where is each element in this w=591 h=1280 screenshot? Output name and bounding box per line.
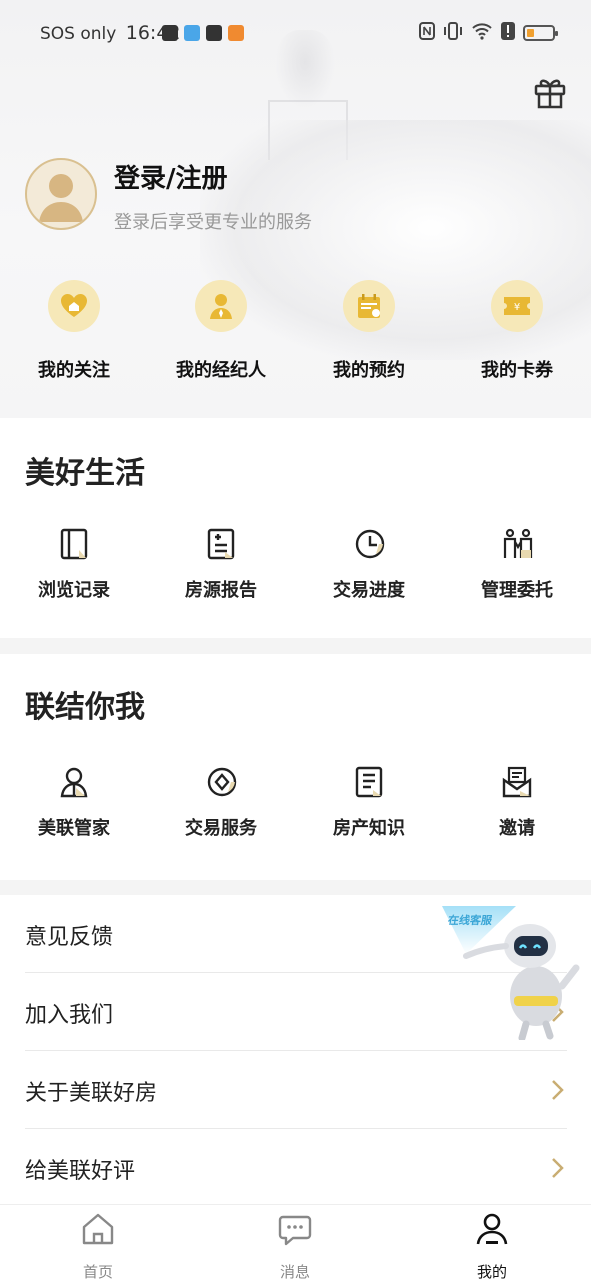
app-icon — [228, 25, 244, 41]
list-item-label: 给美联好评 — [25, 1159, 136, 1184]
butler-icon — [59, 766, 89, 798]
manage-entrustment-item[interactable]: 管理委托 — [462, 528, 572, 602]
home-icon — [80, 1211, 116, 1247]
status-bar: SOS only 16:42 — [0, 0, 591, 66]
tab-messages[interactable]: 消息 — [250, 1211, 340, 1280]
gift-icon[interactable] — [532, 74, 568, 110]
battery-icon — [523, 25, 558, 41]
quick-action-appointment[interactable]: 我的预约 — [319, 280, 419, 382]
quick-action-label: 我的卡券 — [481, 360, 553, 381]
document-icon — [354, 766, 384, 798]
notification-icon — [162, 25, 178, 41]
wifi-icon — [471, 22, 493, 44]
browse-history-item[interactable]: 浏览记录 — [19, 528, 129, 602]
item-label: 美联管家 — [38, 818, 110, 839]
item-label: 邀请 — [499, 818, 535, 839]
coupon-icon: ¥ — [491, 280, 543, 332]
list-item-label: 加入我们 — [25, 1003, 114, 1028]
item-label: 浏览记录 — [38, 580, 110, 601]
quick-action-follow[interactable]: 我的关注 — [24, 280, 124, 382]
quick-action-label: 我的预约 — [333, 360, 405, 381]
tab-mine[interactable]: 我的 — [447, 1211, 537, 1280]
list-item-label: 意见反馈 — [25, 925, 114, 950]
quick-action-label: 我的关注 — [38, 360, 110, 381]
list-item-about[interactable]: 关于美联好房 — [25, 1051, 567, 1129]
heart-house-icon — [48, 280, 100, 332]
svg-text:¥: ¥ — [514, 302, 520, 313]
report-icon — [206, 528, 236, 560]
envelope-icon — [502, 766, 532, 798]
tab-label: 消息 — [279, 1263, 310, 1280]
section-title: 联结你我 — [25, 690, 145, 725]
online-service-badge: 在线客服 — [447, 914, 493, 927]
list-item-rate[interactable]: 给美联好评 — [25, 1129, 567, 1207]
list-item-label: 关于美联好房 — [25, 1081, 158, 1106]
invite-item[interactable]: 邀请 — [462, 766, 572, 840]
item-label: 管理委托 — [481, 580, 553, 601]
upload-icon — [206, 25, 222, 41]
item-label: 交易进度 — [333, 580, 405, 601]
avatar[interactable] — [25, 158, 97, 230]
nfc-icon — [419, 22, 435, 44]
bottom-tab-bar: 首页 消息 我的 — [0, 1204, 591, 1280]
tab-label: 首页 — [82, 1263, 113, 1280]
message-icon — [277, 1211, 313, 1247]
app-icon — [184, 25, 200, 41]
item-label: 房产知识 — [333, 818, 405, 839]
tab-home[interactable]: 首页 — [53, 1211, 143, 1280]
item-label: 房源报告 — [185, 580, 257, 601]
chevron-right-icon — [552, 1080, 564, 1100]
section-title: 美好生活 — [25, 456, 145, 491]
transaction-service-item[interactable]: 交易服务 — [166, 766, 276, 840]
life-section: 美好生活 浏览记录 房源报告 交易进度 管理委托 — [0, 418, 591, 638]
diamond-icon — [206, 766, 237, 798]
login-register-link[interactable]: 登录/注册 — [114, 158, 228, 195]
login-subtitle: 登录后享受更专业的服务 — [114, 212, 312, 233]
status-right — [419, 22, 558, 44]
clock-icon — [354, 528, 385, 560]
tab-label: 我的 — [476, 1263, 507, 1280]
user-icon — [474, 1211, 510, 1247]
carrier-text: SOS only — [40, 24, 117, 44]
status-left: SOS only 16:42 — [40, 22, 181, 44]
alert-icon — [501, 22, 515, 44]
people-icon — [502, 528, 533, 560]
transaction-progress-item[interactable]: 交易进度 — [314, 528, 424, 602]
property-knowledge-item[interactable]: 房产知识 — [314, 766, 424, 840]
quick-action-label: 我的经纪人 — [176, 360, 266, 381]
chevron-right-icon — [552, 1158, 564, 1178]
quick-action-agent[interactable]: 我的经纪人 — [171, 280, 271, 382]
vibrate-icon — [443, 22, 463, 44]
item-label: 交易服务 — [185, 818, 257, 839]
quick-action-coupon[interactable]: ¥ 我的卡券 — [467, 280, 567, 382]
agent-icon — [195, 280, 247, 332]
property-report-item[interactable]: 房源报告 — [166, 528, 276, 602]
butler-item[interactable]: 美联管家 — [19, 766, 129, 840]
book-icon — [59, 528, 89, 560]
connect-section: 联结你我 美联管家 交易服务 房产知识 邀请 — [0, 654, 591, 880]
online-service-robot[interactable]: 在线客服 — [438, 900, 584, 1042]
calendar-icon — [343, 280, 395, 332]
